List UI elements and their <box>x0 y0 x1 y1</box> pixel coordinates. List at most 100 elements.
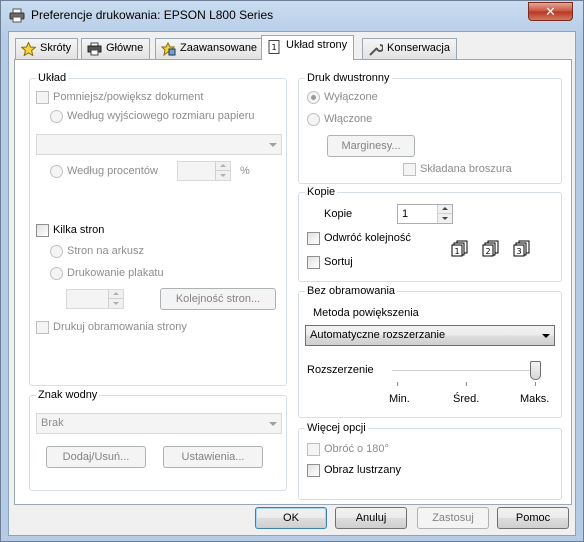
spin-up-icon[interactable] <box>108 290 123 299</box>
poster-label: Drukowanie plakatu <box>67 267 164 279</box>
print-borders-label: Drukuj obramowania strony <box>53 321 187 333</box>
more-options-legend: Więcej opcji <box>305 422 368 435</box>
layout-group: Układ Pomniejsz/powiększ dokument Według… <box>29 72 287 386</box>
watermark-value: Brak <box>41 417 64 429</box>
title-bar[interactable]: Preferencje drukowania: EPSON L800 Serie… <box>1 1 583 31</box>
collate-checkbox[interactable] <box>307 256 320 269</box>
collate-number: 1 <box>455 247 460 256</box>
by-output-label: Według wyjściowego rozmiaru papieru <box>67 110 255 122</box>
tick-mid-label: Śred. <box>453 393 480 405</box>
spin-down-icon[interactable] <box>215 171 230 180</box>
add-remove-button[interactable]: Dodaj/Usuń... <box>46 446 146 468</box>
method-combo[interactable]: Automatyczne rozszerzanie <box>305 325 555 346</box>
duplex-on-radio[interactable] <box>307 113 320 126</box>
tab-shortcuts[interactable]: Skróty <box>15 38 79 59</box>
chevron-down-icon <box>269 422 277 426</box>
expansion-slider-thumb[interactable] <box>530 361 541 380</box>
by-percent-radio[interactable] <box>50 165 63 178</box>
collate-number: 2 <box>486 247 491 256</box>
tab-label: Zaawansowane <box>180 42 258 54</box>
watermark-settings-button[interactable]: Ustawienia... <box>163 446 263 468</box>
duplex-on-label: Włączone <box>324 113 373 125</box>
tick-min-label: Min. <box>389 393 410 405</box>
tab-main[interactable]: Główne <box>81 38 151 59</box>
tick-min <box>397 382 398 386</box>
booklet-label: Składana broszura <box>420 163 512 175</box>
window-title: Preferencje drukowania: EPSON L800 Serie… <box>31 8 274 22</box>
multi-pages-label: Kilka stron <box>53 224 105 236</box>
watermark-group: Znak wodny Brak Dodaj/Usuń... Ustawienia… <box>29 389 287 491</box>
multi-pages-checkbox[interactable] <box>36 224 49 237</box>
collate-page-1-icon: 1 <box>451 240 468 257</box>
chevron-down-icon <box>269 143 277 147</box>
by-percent-label: Według procentów <box>67 165 158 177</box>
watermark-legend: Znak wodny <box>36 389 100 402</box>
spin-down-icon[interactable] <box>108 299 123 308</box>
tab-page-layout[interactable]: 1 Układ strony <box>261 35 355 60</box>
pages-spinner[interactable] <box>66 289 124 309</box>
close-button[interactable]: ✕ <box>528 2 573 21</box>
method-value: Automatyczne rozszerzanie <box>310 329 446 341</box>
mirror-checkbox[interactable] <box>307 464 320 477</box>
resize-label: Pomniejsz/powiększ dokument <box>53 91 204 103</box>
copies-label: Kopie <box>324 208 353 220</box>
collate-label: Sortuj <box>324 256 353 268</box>
duplex-legend: Druk dwustronny <box>305 72 392 85</box>
pages-per-sheet-radio[interactable] <box>50 245 63 258</box>
copies-value: 1 <box>402 208 409 220</box>
spin-down-icon[interactable] <box>437 214 452 223</box>
tab-advanced[interactable]: Zaawansowane <box>155 38 265 59</box>
by-output-radio[interactable] <box>50 110 63 123</box>
rotate-label: Obróć o 180° <box>324 443 389 455</box>
tab-label: Główne <box>106 42 144 54</box>
expansion-slider-track[interactable] <box>392 370 540 372</box>
wrench-icon <box>369 44 383 56</box>
reverse-order-label: Odwróć kolejność <box>324 232 411 244</box>
paper-size-combo[interactable] <box>36 134 282 155</box>
poster-radio[interactable] <box>50 267 63 280</box>
chevron-down-icon <box>542 334 550 338</box>
spin-up-icon[interactable] <box>437 205 452 214</box>
duplex-off-radio[interactable] <box>307 91 320 104</box>
borderless-group: Bez obramowania Metoda powiększenia Auto… <box>298 285 562 418</box>
apply-button[interactable]: Zastosuj <box>417 507 489 529</box>
print-preferences-window: Preferencje drukowania: EPSON L800 Serie… <box>0 0 584 542</box>
collate-number: 3 <box>517 247 522 256</box>
print-borders-checkbox[interactable] <box>36 321 49 334</box>
rotate-checkbox[interactable] <box>307 443 320 456</box>
tab-maintenance[interactable]: Konserwacja <box>362 38 457 59</box>
collate-page-2-icon: 2 <box>482 240 499 257</box>
spin-up-icon[interactable] <box>215 162 230 171</box>
expansion-label: Rozszerzenie <box>307 364 374 376</box>
booklet-checkbox[interactable] <box>403 163 416 176</box>
page-order-button[interactable]: Kolejność stron... <box>160 288 276 310</box>
tick-max-label: Maks. <box>520 393 550 405</box>
collate-page-3-icon: 3 <box>513 240 530 257</box>
advanced-icon <box>161 42 176 56</box>
percent-spinner[interactable] <box>177 161 231 181</box>
duplex-group: Druk dwustronny Wyłączone Włączone Margi… <box>298 72 562 184</box>
watermark-combo[interactable]: Brak <box>36 413 282 434</box>
method-label: Metoda powiększenia <box>313 307 419 319</box>
pages-per-sheet-label: Stron na arkusz <box>67 245 145 257</box>
printer-icon <box>87 42 102 56</box>
duplex-off-label: Wyłączone <box>324 91 378 103</box>
tick-max <box>535 382 536 386</box>
ok-button[interactable]: OK <box>255 507 327 529</box>
printer-icon <box>9 8 25 23</box>
resize-checkbox[interactable] <box>36 91 49 104</box>
mirror-label: Obraz lustrzany <box>324 464 402 476</box>
copies-legend: Kopie <box>305 186 338 199</box>
page-layout-panel: Układ Pomniejsz/powiększ dokument Według… <box>14 59 572 505</box>
tab-label: Konserwacja <box>387 42 450 54</box>
reverse-order-checkbox[interactable] <box>307 232 320 245</box>
percent-unit: % <box>240 165 250 177</box>
dialog-content: Skróty Główne Zaawansowane 1 Układ stron… <box>8 31 576 536</box>
copies-group: Kopie Kopie 1 Odwróć kolejność Sortuj 1 <box>298 186 562 282</box>
copies-spinner[interactable]: 1 <box>397 204 453 224</box>
tick-mid <box>466 382 467 386</box>
margins-button[interactable]: Marginesy... <box>327 135 415 157</box>
cancel-button[interactable]: Anuluj <box>335 507 407 529</box>
help-button[interactable]: Pomoc <box>497 507 569 529</box>
tab-label: Skróty <box>40 42 72 54</box>
